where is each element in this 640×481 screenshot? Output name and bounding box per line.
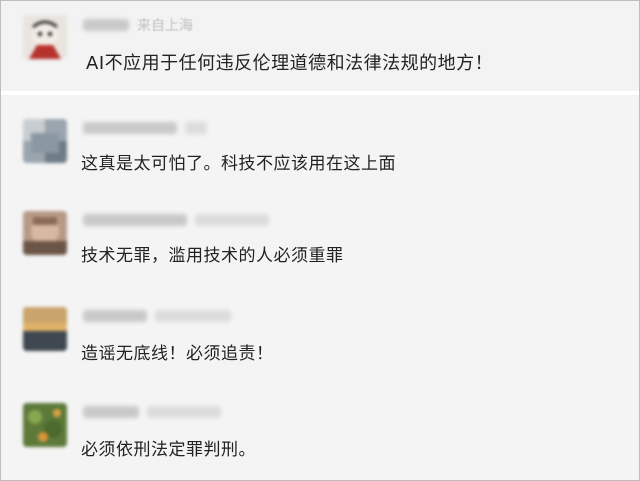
username-redacted bbox=[83, 214, 187, 226]
comment-text: AI不应用于任何违反伦理道德和法律法规的地方！ bbox=[86, 53, 494, 74]
comment-text: 造谣无底线！必须追责！ bbox=[81, 344, 274, 364]
comment-meta bbox=[83, 307, 231, 325]
username-redacted bbox=[83, 406, 139, 418]
featured-comment: 来自上海 AI不应用于任何违反伦理道德和法律法规的地方！ bbox=[1, 1, 639, 91]
avatar[interactable] bbox=[23, 15, 67, 59]
avatar[interactable] bbox=[23, 403, 67, 447]
comment-meta: 来自上海 bbox=[83, 16, 193, 34]
location-redacted bbox=[155, 310, 231, 322]
location-redacted bbox=[195, 214, 269, 226]
comment-text: 这真是太可怕了。科技不应该用在这上面 bbox=[81, 154, 396, 174]
comment-list: 这真是太可怕了。科技不应该用在这上面 技术无罪，滥用技术的人必须重罪 造谣无底线… bbox=[1, 95, 639, 480]
list-item: 必须依刑法定罪判刑。 bbox=[1, 383, 639, 479]
avatar[interactable] bbox=[23, 211, 67, 255]
username-redacted bbox=[83, 19, 129, 31]
comment-meta bbox=[83, 211, 269, 229]
avatar[interactable] bbox=[23, 307, 67, 351]
avatar[interactable] bbox=[23, 119, 67, 163]
comment-meta bbox=[83, 119, 207, 137]
list-item: 技术无罪，滥用技术的人必须重罪 bbox=[1, 191, 639, 285]
location-redacted bbox=[147, 406, 221, 418]
location-redacted bbox=[185, 122, 207, 134]
list-item: 这真是太可怕了。科技不应该用在这上面 bbox=[1, 95, 639, 187]
comment-location: 来自上海 bbox=[137, 18, 193, 34]
username-redacted bbox=[83, 122, 177, 134]
comment-text: 必须依刑法定罪判刑。 bbox=[81, 440, 256, 460]
comment-panel: 来自上海 AI不应用于任何违反伦理道德和法律法规的地方！ 这真是太可怕了。科技不… bbox=[0, 0, 640, 481]
comment-text: 技术无罪，滥用技术的人必须重罪 bbox=[81, 246, 344, 266]
username-redacted bbox=[83, 310, 147, 322]
comment-meta bbox=[83, 403, 221, 421]
list-item: 造谣无底线！必须追责！ bbox=[1, 287, 639, 381]
